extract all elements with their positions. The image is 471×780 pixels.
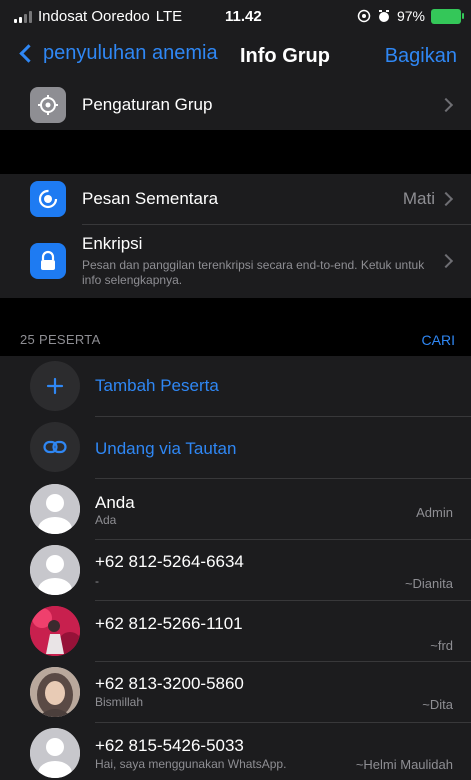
link-icon [30, 422, 80, 472]
encryption-description: Pesan dan panggilan terenkripsi secara e… [82, 258, 425, 287]
chevron-right-icon [438, 97, 454, 113]
status-bar: Indosat Ooredoo LTE 11.42 97% [0, 0, 471, 34]
group-settings-section: Pengaturan Grup [0, 80, 471, 130]
member-status: Ada [95, 513, 117, 527]
avatar-photo [30, 606, 80, 656]
avatar-placeholder-icon [30, 545, 80, 595]
carrier-name: Indosat Ooredoo [38, 8, 150, 25]
group-settings-label: Pengaturan Grup [82, 95, 213, 114]
member-status: - [95, 574, 99, 588]
member-status: Bismillah [95, 695, 144, 709]
participants-section: Tambah Peserta Undang via Tautan Anda Ad… [0, 356, 471, 780]
status-right: 97% [357, 8, 464, 24]
disappearing-label: Pesan Sementara [82, 189, 219, 208]
plus-icon [30, 361, 80, 411]
member-name: +62 813-3200-5860 [95, 674, 244, 693]
alarm-icon [378, 10, 389, 22]
member-name: +62 812-5264-6634 [95, 552, 244, 571]
member-row[interactable]: +62 812-5264-6634 - ~Dianita [0, 540, 471, 600]
timer-icon [30, 181, 66, 217]
navigation-bar: penyuluhan anemia Info Grup Bagikan [0, 34, 471, 80]
back-label: penyuluhan anemia [43, 42, 218, 64]
member-row[interactable]: +62 813-3200-5860 Bismillah ~Dita [0, 662, 471, 722]
battery-percent: 97% [396, 8, 425, 24]
member-row[interactable]: +62 815-5426-5033 Hai, saya menggunakan … [0, 723, 471, 780]
member-name: Anda [95, 493, 135, 512]
encryption-label: Enkripsi [82, 234, 143, 253]
back-button[interactable]: penyuluhan anemia [18, 42, 218, 65]
member-role: ~frd [430, 638, 453, 653]
member-role: ~Dianita [404, 576, 453, 591]
member-row[interactable]: +62 812-5266-1101 ~frd [0, 601, 471, 661]
disappearing-messages-row[interactable]: Pesan Sementara Mati [0, 174, 471, 224]
lock-icon [30, 243, 66, 279]
member-role: ~Helmi Maulidah [355, 757, 453, 772]
orientation-lock-icon [357, 9, 371, 23]
member-role: ~Dita [422, 697, 453, 712]
share-button[interactable]: Bagikan [385, 45, 457, 68]
gear-icon [30, 87, 66, 123]
privacy-section: Pesan Sementara Mati Enkripsi Pesan dan … [0, 174, 471, 298]
member-role: Admin [416, 505, 453, 520]
disappearing-value: Mati [402, 189, 435, 208]
signal-icon [14, 10, 32, 23]
battery-icon [431, 8, 464, 24]
group-settings-row[interactable]: Pengaturan Grup [0, 80, 471, 130]
carrier-info: Indosat Ooredoo LTE [14, 8, 182, 25]
member-status: Hai, saya menggunakan WhatsApp. [95, 757, 287, 771]
chevron-right-icon [438, 191, 454, 207]
add-participant-row[interactable]: Tambah Peserta [0, 356, 471, 416]
avatar-placeholder-icon [30, 728, 80, 778]
avatar-photo [30, 667, 80, 717]
invite-link-label: Undang via Tautan [95, 439, 237, 458]
member-name: +62 815-5426-5033 [95, 736, 244, 755]
search-participants-button[interactable]: CARI [422, 332, 455, 348]
add-participant-label: Tambah Peserta [95, 376, 219, 395]
member-name: +62 812-5266-1101 [95, 614, 243, 633]
network-type: LTE [155, 8, 183, 25]
member-row[interactable]: Anda Ada Admin [0, 479, 471, 539]
page-title: Info Grup [240, 45, 330, 67]
chevron-left-icon [19, 44, 38, 63]
avatar-placeholder-icon [30, 484, 80, 534]
encryption-row[interactable]: Enkripsi Pesan dan panggilan terenkripsi… [0, 225, 471, 298]
participants-count: 25 PESERTA [20, 332, 101, 347]
status-time: 11.42 [225, 8, 262, 25]
invite-link-row[interactable]: Undang via Tautan [0, 417, 471, 478]
